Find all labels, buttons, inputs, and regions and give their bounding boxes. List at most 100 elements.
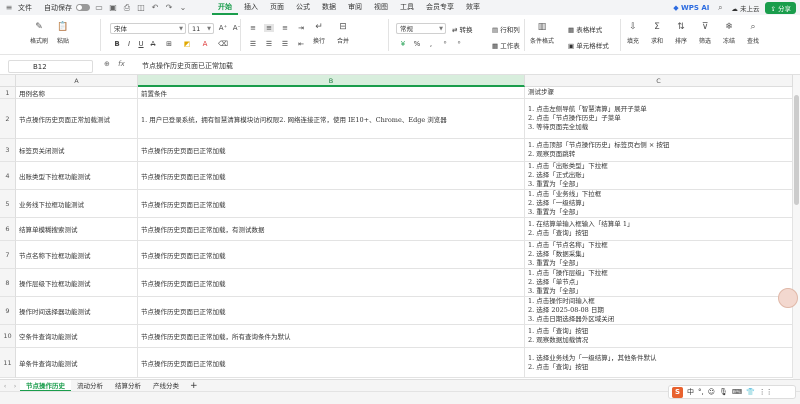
folder-icon[interactable]: ▭ bbox=[94, 3, 104, 12]
sheet-tab-3[interactable]: 产线分类 bbox=[147, 380, 185, 392]
underline-icon[interactable]: U bbox=[136, 40, 146, 48]
align-right-icon[interactable]: ☰ bbox=[280, 40, 290, 48]
font-size-select[interactable]: 11 ▼ bbox=[188, 23, 214, 34]
name-box[interactable]: B12 bbox=[8, 60, 93, 73]
worksheet-button[interactable]: ▦ 工作表 bbox=[492, 40, 520, 50]
column-header-b[interactable]: B bbox=[138, 75, 525, 87]
currency-icon[interactable]: ¥ bbox=[398, 40, 408, 48]
undo-icon[interactable]: ↶ bbox=[150, 3, 160, 12]
fx-icon[interactable]: fx bbox=[118, 60, 125, 68]
file-menu[interactable]: 文件 bbox=[18, 3, 32, 13]
menu-7[interactable]: 工具 bbox=[394, 0, 420, 15]
increase-decimal-icon[interactable]: ⁰ bbox=[440, 40, 450, 48]
menu-1[interactable]: 插入 bbox=[238, 0, 264, 15]
cell-b[interactable]: 节点操作历史页面已正常加载 bbox=[138, 241, 525, 269]
row-header[interactable]: 2 bbox=[0, 99, 16, 139]
cell-b[interactable]: 节点操作历史页面已正常加载 bbox=[138, 348, 525, 378]
row-header[interactable]: 6 bbox=[0, 218, 16, 241]
row-header[interactable]: 4 bbox=[0, 162, 16, 190]
cell-b[interactable]: 节点操作历史页面已正常加载 bbox=[138, 297, 525, 325]
convert-button[interactable]: ⇄ 转换 bbox=[452, 24, 473, 34]
number-format-select[interactable]: 常规 ▼ bbox=[396, 23, 446, 34]
menu-8[interactable]: 会员专享 bbox=[420, 0, 460, 15]
preview-icon[interactable]: ◫ bbox=[136, 3, 146, 12]
zoom-formula-icon[interactable]: ⊕ bbox=[104, 60, 110, 68]
row-header[interactable]: 7 bbox=[0, 241, 16, 269]
cell-c[interactable]: 1. 点击顶部「节点操作历史」标签页右侧 × 按钮 2. 观察页面跳转 bbox=[525, 139, 793, 162]
row-col-button[interactable]: ▤ 行和列 bbox=[492, 24, 520, 34]
column-header-c[interactable]: C bbox=[525, 75, 793, 87]
border-icon[interactable]: ⊞ bbox=[164, 40, 174, 48]
punct-icon[interactable]: °, bbox=[698, 388, 704, 396]
menu-5[interactable]: 审阅 bbox=[342, 0, 368, 15]
search-icon[interactable]: ⌕ bbox=[715, 3, 725, 13]
cell-b[interactable]: 节点操作历史页面已正常加载，所有查询条件为默认 bbox=[138, 325, 525, 348]
sheet-tab-0[interactable]: 节点操作历史 bbox=[20, 379, 71, 392]
cell-c[interactable]: 1. 点击「操作层级」下拉框 2. 选择「单节点」 3. 重置为「全部」 bbox=[525, 269, 793, 297]
align-left-icon[interactable]: ☰ bbox=[248, 40, 258, 48]
ime-lang[interactable]: 中 bbox=[687, 387, 694, 397]
select-all-corner[interactable] bbox=[0, 75, 16, 87]
cell-c[interactable]: 1. 在结算单输入框输入「结算单 1」 2. 点击「查询」按钮 bbox=[525, 218, 793, 241]
ime-toolbar[interactable]: S 中 °, ☺ 🎙 ⌨ 👕 ⋮⋮ bbox=[668, 385, 796, 399]
cell-a[interactable]: 业务线下拉框功能测试 bbox=[16, 190, 138, 218]
format-painter-button[interactable]: ✎ 格式刷 bbox=[30, 20, 48, 45]
row-header[interactable]: 8 bbox=[0, 269, 16, 297]
align-center-icon[interactable]: ☰ bbox=[264, 40, 274, 48]
cond-format-button[interactable]: ▥ 条件格式 bbox=[530, 20, 554, 45]
vertical-scrollbar[interactable] bbox=[793, 75, 800, 379]
cell-b[interactable]: 1. 用户已登录系统，拥有智慧清算模块访问权限2. 网络连接正常，使用 IE10… bbox=[138, 99, 525, 139]
fill-color-icon[interactable]: ◩ bbox=[182, 40, 192, 48]
cell-a[interactable]: 节点操作历史页面正常加载测试 bbox=[16, 99, 138, 139]
print-icon[interactable]: ⎙ bbox=[122, 3, 132, 13]
cell-c[interactable]: 1. 点击「业务线」下拉框 2. 选择「一级结算」 3. 重置为「全部」 bbox=[525, 190, 793, 218]
menu-3[interactable]: 公式 bbox=[290, 0, 316, 15]
scroll-thumb[interactable] bbox=[794, 95, 799, 205]
bold-icon[interactable]: B bbox=[112, 40, 122, 48]
freeze-button[interactable]: ❄ 冻结 bbox=[722, 20, 736, 45]
wrap-button[interactable]: ↵ 换行 bbox=[312, 20, 326, 45]
thousands-icon[interactable]: , bbox=[426, 40, 436, 48]
row-header[interactable]: 9 bbox=[0, 297, 16, 325]
cell-b[interactable]: 前置条件 bbox=[138, 87, 525, 99]
autosave-toggle[interactable] bbox=[76, 4, 90, 11]
cloud-status[interactable]: ☁ 未上云 bbox=[731, 3, 759, 13]
menu-2[interactable]: 页面 bbox=[264, 0, 290, 15]
cell-c[interactable]: 1. 点击「出账类型」下拉框 2. 选择「正式出账」 3. 重置为「全部」 bbox=[525, 162, 793, 190]
save-icon[interactable]: ▣ bbox=[108, 3, 118, 12]
row-header[interactable]: 10 bbox=[0, 325, 16, 348]
tab-prev-icon[interactable]: ‹ bbox=[0, 382, 10, 390]
cell-a[interactable]: 单条件查询功能测试 bbox=[16, 348, 138, 378]
row-header[interactable]: 11 bbox=[0, 348, 16, 378]
cell-a[interactable]: 操作层级下拉框功能测试 bbox=[16, 269, 138, 297]
row-header[interactable]: 1 bbox=[0, 87, 16, 99]
emoji-icon[interactable]: ☺ bbox=[708, 388, 715, 396]
row-header[interactable]: 5 bbox=[0, 190, 16, 218]
filter-button[interactable]: ⊽ 筛选 bbox=[698, 20, 712, 45]
cell-a[interactable]: 空条件查询功能测试 bbox=[16, 325, 138, 348]
menu-0[interactable]: 开始 bbox=[212, 0, 238, 15]
redo-icon[interactable]: ↷ bbox=[164, 3, 174, 12]
cell-c[interactable]: 1. 点击操作时间输入框 2. 选择 2025-08-08 日期 3. 点击日期选择… bbox=[525, 297, 793, 325]
share-button[interactable]: ⇪ 分享 bbox=[765, 1, 796, 14]
cell-c[interactable]: 1. 点击「查询」按钮 2. 观察数据加载情况 bbox=[525, 325, 793, 348]
more-icon[interactable]: ⌄ bbox=[178, 3, 188, 12]
assistant-avatar[interactable] bbox=[778, 288, 798, 308]
skin-icon[interactable]: 👕 bbox=[746, 388, 755, 396]
menu-6[interactable]: 视图 bbox=[368, 0, 394, 15]
cell-c[interactable]: 1. 点击左侧导航「智慧清算」展开子菜单 2. 点击「节点操作历史」子菜单 3. 等… bbox=[525, 99, 793, 139]
cell-a[interactable]: 用例名称 bbox=[16, 87, 138, 99]
cell-b[interactable]: 节点操作历史页面已正常加载 bbox=[138, 190, 525, 218]
wps-ai-button[interactable]: ◆ WPS AI bbox=[673, 4, 709, 12]
decrease-decimal-icon[interactable]: ⁰ bbox=[454, 40, 464, 48]
menu-4[interactable]: 数据 bbox=[316, 0, 342, 15]
indent-icon[interactable]: ⇥ bbox=[296, 24, 306, 32]
cell-b[interactable]: 节点操作历史页面已正常加载 bbox=[138, 162, 525, 190]
font-name-select[interactable]: 宋体 ▼ bbox=[110, 23, 186, 34]
align-middle-icon[interactable]: ≡ bbox=[264, 24, 274, 32]
menu-9[interactable]: 效率 bbox=[460, 0, 486, 15]
sheet-tab-1[interactable]: 流动分析 bbox=[71, 380, 109, 392]
cell-style-button[interactable]: ▣ 单元格样式 bbox=[568, 40, 609, 50]
cell-a[interactable]: 标签页关闭测试 bbox=[16, 139, 138, 162]
cell-c[interactable]: 1. 点击「节点名称」下拉框 2. 选择「数据采集」 3. 重置为「全部」 bbox=[525, 241, 793, 269]
